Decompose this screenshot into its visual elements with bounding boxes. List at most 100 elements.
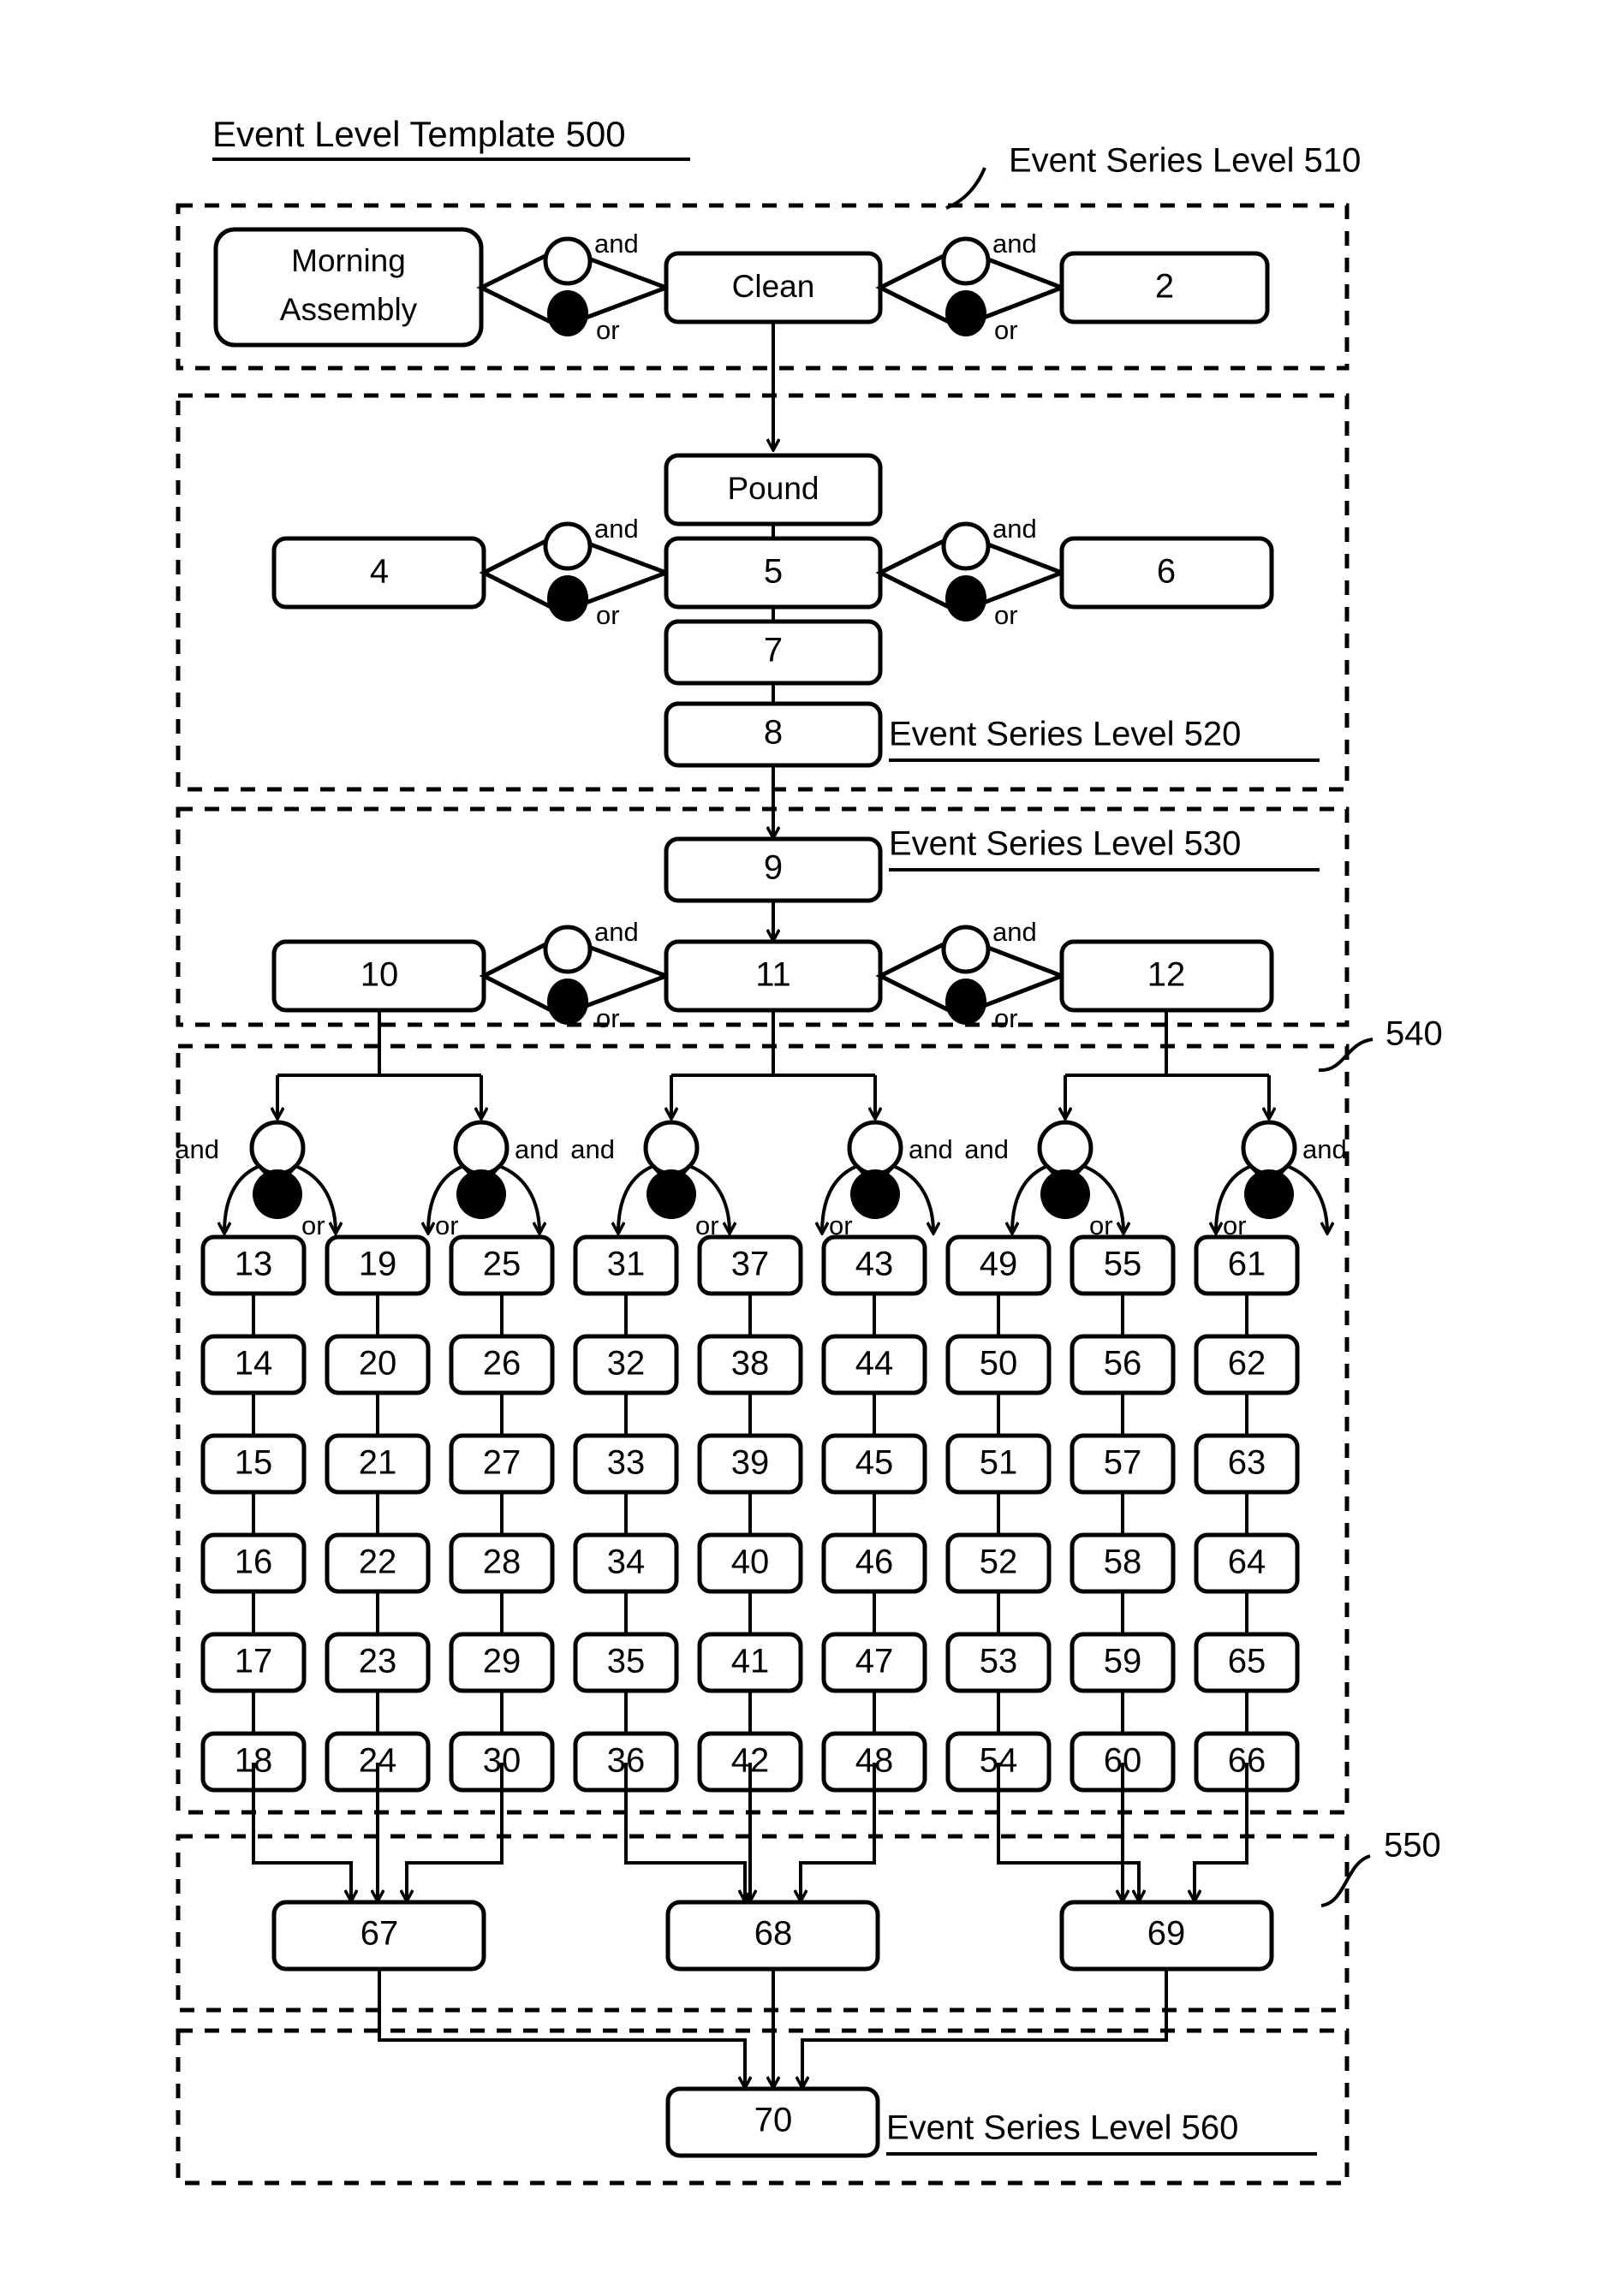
node-67-label: 67	[361, 1915, 399, 1953]
and-label: and	[570, 1134, 615, 1164]
node-clean-label: Clean	[732, 269, 815, 304]
node-19-label: 19	[359, 1246, 397, 1283]
and-label: and	[909, 1134, 953, 1164]
or-operator-circle[interactable]	[647, 1169, 696, 1219]
node-47-label: 47	[855, 1643, 894, 1680]
and-label: and	[1302, 1134, 1347, 1164]
and-operator-circle[interactable]	[543, 236, 593, 286]
event-grid-540: 1314151617181920212223242526272829303132…	[200, 1234, 1300, 1793]
splitter-1: and or	[428, 1120, 559, 1240]
node-26-label: 26	[483, 1345, 521, 1383]
and-operator-circle[interactable]	[941, 521, 991, 571]
or-label: or	[596, 600, 620, 630]
or-operator-circle[interactable]	[1244, 1169, 1294, 1219]
node-35-label: 35	[607, 1643, 646, 1680]
node-44-label: 44	[855, 1345, 894, 1383]
and-label: and	[515, 1134, 559, 1164]
node-15-label: 15	[235, 1444, 273, 1482]
node-43-label: 43	[855, 1246, 894, 1283]
node-9-label: 9	[764, 849, 783, 887]
or-operator-circle[interactable]	[456, 1169, 506, 1219]
node-50-label: 50	[980, 1345, 1018, 1383]
node-29-label: 29	[483, 1643, 521, 1680]
section-540-border	[176, 1044, 1350, 1815]
node-49-label: 49	[980, 1246, 1018, 1283]
section-540-leader	[1318, 1038, 1374, 1073]
node-55-label: 55	[1104, 1246, 1142, 1283]
node-7-label: 7	[764, 632, 783, 669]
event-level-template-diagram: Event Level Template 500 Event Series Le…	[175, 114, 1443, 2186]
splitter-0: and or	[175, 1120, 336, 1240]
node-16-label: 16	[235, 1544, 273, 1581]
and-operator-circle[interactable]	[941, 236, 991, 286]
and-label: and	[594, 917, 639, 947]
splitter-4: and or	[964, 1120, 1123, 1240]
and-operator-circle[interactable]	[543, 521, 593, 571]
and-label: and	[594, 229, 639, 259]
node-31-label: 31	[607, 1246, 646, 1283]
diagram-canvas: Event Level Template 500 Event Series Le…	[0, 0, 1597, 2296]
or-operator-circle[interactable]	[850, 1169, 900, 1219]
and-operator-circle[interactable]	[941, 925, 991, 974]
node-59-label: 59	[1104, 1643, 1142, 1680]
connector-and-or-510-right: and or	[875, 229, 1068, 345]
node-morning-assembly-line2: Assembly	[280, 292, 418, 327]
and-label: and	[992, 917, 1037, 947]
node-34-label: 34	[607, 1544, 646, 1581]
node-28-label: 28	[483, 1544, 521, 1581]
connector-and-or-530-left: and or	[479, 917, 673, 1033]
node-27-label: 27	[483, 1444, 521, 1482]
node-45-label: 45	[855, 1444, 894, 1482]
node-11-label: 11	[755, 956, 791, 994]
or-operator-circle[interactable]	[547, 575, 588, 622]
or-operator-circle[interactable]	[253, 1169, 302, 1219]
node-22-label: 22	[359, 1544, 397, 1581]
or-operator-circle[interactable]	[945, 290, 986, 336]
node-46-label: 46	[855, 1544, 894, 1581]
node-5-label: 5	[764, 553, 783, 591]
node-2-label: 2	[1155, 268, 1174, 306]
or-operator-circle[interactable]	[1040, 1169, 1090, 1219]
or-label: or	[994, 600, 1018, 630]
node-33-label: 33	[607, 1444, 646, 1482]
connector-and-or-530-right: and or	[875, 917, 1068, 1033]
section-520-label: Event Series Level 520	[889, 716, 1241, 753]
splitter-5: and or	[1216, 1120, 1347, 1240]
and-label: and	[964, 1134, 1009, 1164]
node-37-label: 37	[731, 1246, 770, 1283]
page-title: Event Level Template 500	[212, 114, 626, 154]
or-operator-circle[interactable]	[547, 290, 588, 336]
node-21-label: 21	[359, 1444, 397, 1482]
node-52-label: 52	[980, 1544, 1018, 1581]
node-62-label: 62	[1228, 1345, 1266, 1383]
or-label: or	[596, 1003, 620, 1033]
and-operator-circle[interactable]	[543, 925, 593, 974]
splitter-3: and or	[822, 1120, 953, 1240]
or-label: or	[994, 315, 1018, 345]
and-label: and	[992, 514, 1037, 544]
node-12-label: 12	[1147, 956, 1186, 994]
node-57-label: 57	[1104, 1444, 1142, 1482]
node-14-label: 14	[235, 1345, 273, 1383]
or-operator-circle[interactable]	[945, 978, 986, 1025]
node-65-label: 65	[1228, 1643, 1266, 1680]
or-operator-circle[interactable]	[547, 978, 588, 1025]
node-70-label: 70	[754, 2102, 793, 2139]
node-56-label: 56	[1104, 1345, 1142, 1383]
or-label: or	[596, 315, 620, 345]
node-8-label: 8	[764, 714, 783, 752]
node-68-label: 68	[754, 1915, 793, 1953]
connector-and-or-520-right: and or	[875, 514, 1068, 630]
node-25-label: 25	[483, 1246, 521, 1283]
node-morning-assembly-line1: Morning	[291, 243, 406, 278]
fanout-brackets	[277, 1010, 1269, 1118]
section-550-label: 550	[1384, 1827, 1441, 1865]
node-69-label: 69	[1147, 1915, 1186, 1953]
node-10-label: 10	[361, 956, 399, 994]
node-58-label: 58	[1104, 1544, 1142, 1581]
section-560-label: Event Series Level 560	[886, 2109, 1238, 2147]
node-41-label: 41	[731, 1643, 770, 1680]
or-operator-circle[interactable]	[945, 575, 986, 622]
connector-and-or-510-left: and or	[476, 229, 673, 345]
or-label: or	[301, 1210, 325, 1240]
